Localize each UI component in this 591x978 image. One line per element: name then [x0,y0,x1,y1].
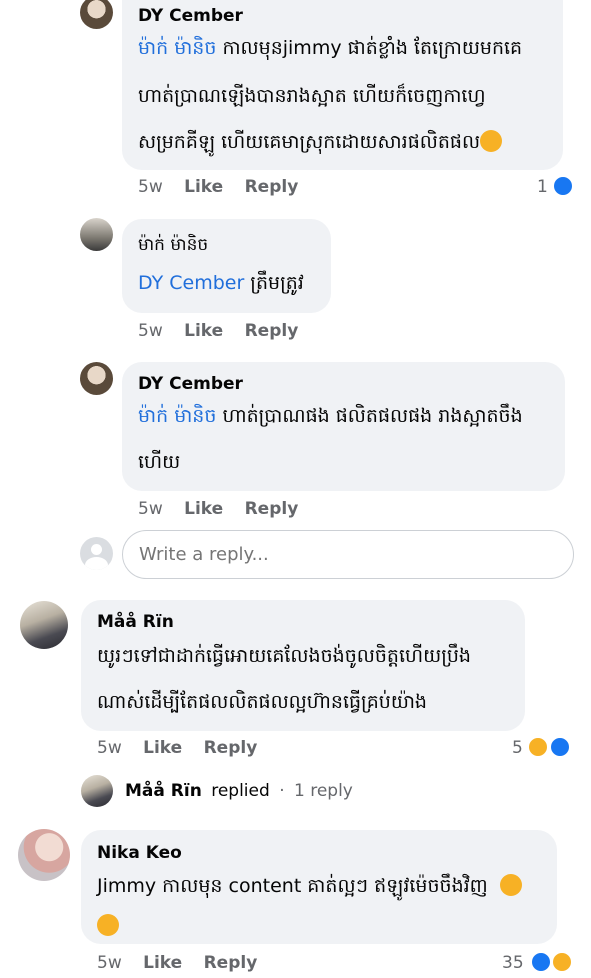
comment-text [97,904,119,948]
sad-reaction-icon [551,951,573,973]
timestamp[interactable]: 5w [138,499,163,519]
comment-text-line: សម្រកគីឡូ ហើយគេមាស្រុកដោយសារផលិតផល [138,131,481,153]
comment-text-line: Jimmy កាលមុន content គាត់ល្អៗ ឥឡូវម៉េចចឹ… [97,875,488,897]
like-reaction-icon [549,736,571,758]
reaction-count[interactable]: 1 [537,177,548,197]
comment-text: DY Cember ត្រឹមត្រូវ [138,261,304,305]
reaction-count[interactable]: 5 [512,738,523,758]
mention-link[interactable]: ម៉ាក់ ម៉ានិច [138,37,216,59]
comment-text-line: ត្រឹមត្រូវ [244,272,304,294]
comment-text-line: ហាត់ប្រាណឡើងបានរាងស្អាត ហើយក៏ចេញកាហ្វេ [138,85,486,107]
avatar[interactable] [80,218,113,251]
timestamp[interactable]: 5w [97,953,122,973]
avatar[interactable] [18,829,70,881]
like-reaction-icon [530,951,552,973]
reply-button[interactable]: Reply [204,738,258,758]
comment-author[interactable]: ម៉ាក់ ម៉ានិច [138,234,208,259]
comment-author[interactable]: Nika Keo [97,843,182,863]
comment-text: Jimmy កាលមុន content គាត់ល្អៗ ឥឡូវម៉េចចឹ… [97,864,522,908]
comment-meta: 5w Like Reply [138,499,298,519]
comment-meta: 5w Like Reply [97,738,257,758]
reply-button[interactable]: Reply [245,499,299,519]
separator-dot: · [279,781,285,801]
reaction-count[interactable]: 35 [502,953,524,973]
haha-reaction-icon [527,736,549,758]
comment-author[interactable]: DY Cember [138,6,243,26]
grin-emoji-icon [480,130,503,152]
mention-link[interactable]: DY Cember [138,272,244,294]
comment-author[interactable]: DY Cember [138,374,243,394]
like-button[interactable]: Like [184,321,223,341]
comment-meta: 5w Like Reply [138,177,298,197]
comment-author[interactable]: Måå Rïn [97,612,174,632]
timestamp[interactable]: 5w [138,321,163,341]
comment-text: សម្រកគីឡូ ហើយគេមាស្រុកដោយសារផលិតផល [138,120,503,164]
comment-text-line: ហាត់ប្រាណផង ផលិតផលផង រាងស្អាតចឹង [216,405,523,427]
comment-text: ម៉ាក់ ម៉ានិច ហាត់ប្រាណផង ផលិតផលផង រាងស្អ… [138,394,523,438]
reply-button[interactable]: Reply [204,953,258,973]
reply-input[interactable] [122,530,574,579]
crying-emoji-icon [97,914,119,936]
like-button[interactable]: Like [184,499,223,519]
comment-meta: 5w Like Reply [138,321,298,341]
reply-count[interactable]: 1 reply [294,781,353,801]
avatar[interactable] [81,775,113,807]
like-button[interactable]: Like [184,177,223,197]
avatar[interactable] [80,0,113,29]
like-reaction-icon [552,175,574,197]
comment-text-line: កាលមុនjimmy ផាត់ខ្លាំង តែក្រោយមកគេ [216,37,523,59]
comment-text-line: ហើយ [138,451,181,473]
comment-text: ម៉ាក់ ម៉ានិច កាលមុនjimmy ផាត់ខ្លាំង តែក្… [138,26,522,70]
replied-label[interactable]: replied [211,781,270,801]
reply-button[interactable]: Reply [245,321,299,341]
mention-link[interactable]: ម៉ាក់ ម៉ានិច [138,405,216,427]
avatar[interactable] [80,362,113,395]
reply-author[interactable]: Måå Rïn [125,781,202,801]
like-button[interactable]: Like [143,953,182,973]
timestamp[interactable]: 5w [138,177,163,197]
view-replies-link[interactable]: Måå Rïn replied · 1 reply [125,781,353,801]
avatar[interactable] [20,601,68,649]
reply-button[interactable]: Reply [245,177,299,197]
like-button[interactable]: Like [143,738,182,758]
crying-emoji-icon [499,874,522,896]
comment-meta: 5w Like Reply [97,953,257,973]
user-avatar-icon [80,537,113,570]
comment-text-line: ណាស់ដើម្បីតែផលលិតផលល្អហ៊ានធ្វើគ្រប់យ៉ាង [97,691,427,713]
timestamp[interactable]: 5w [97,738,122,758]
comment-text-line: យូរៗទៅជាដាក់ធ្វើអោយគេលែងចង់ចូលចិត្តហើយប្… [97,645,471,667]
